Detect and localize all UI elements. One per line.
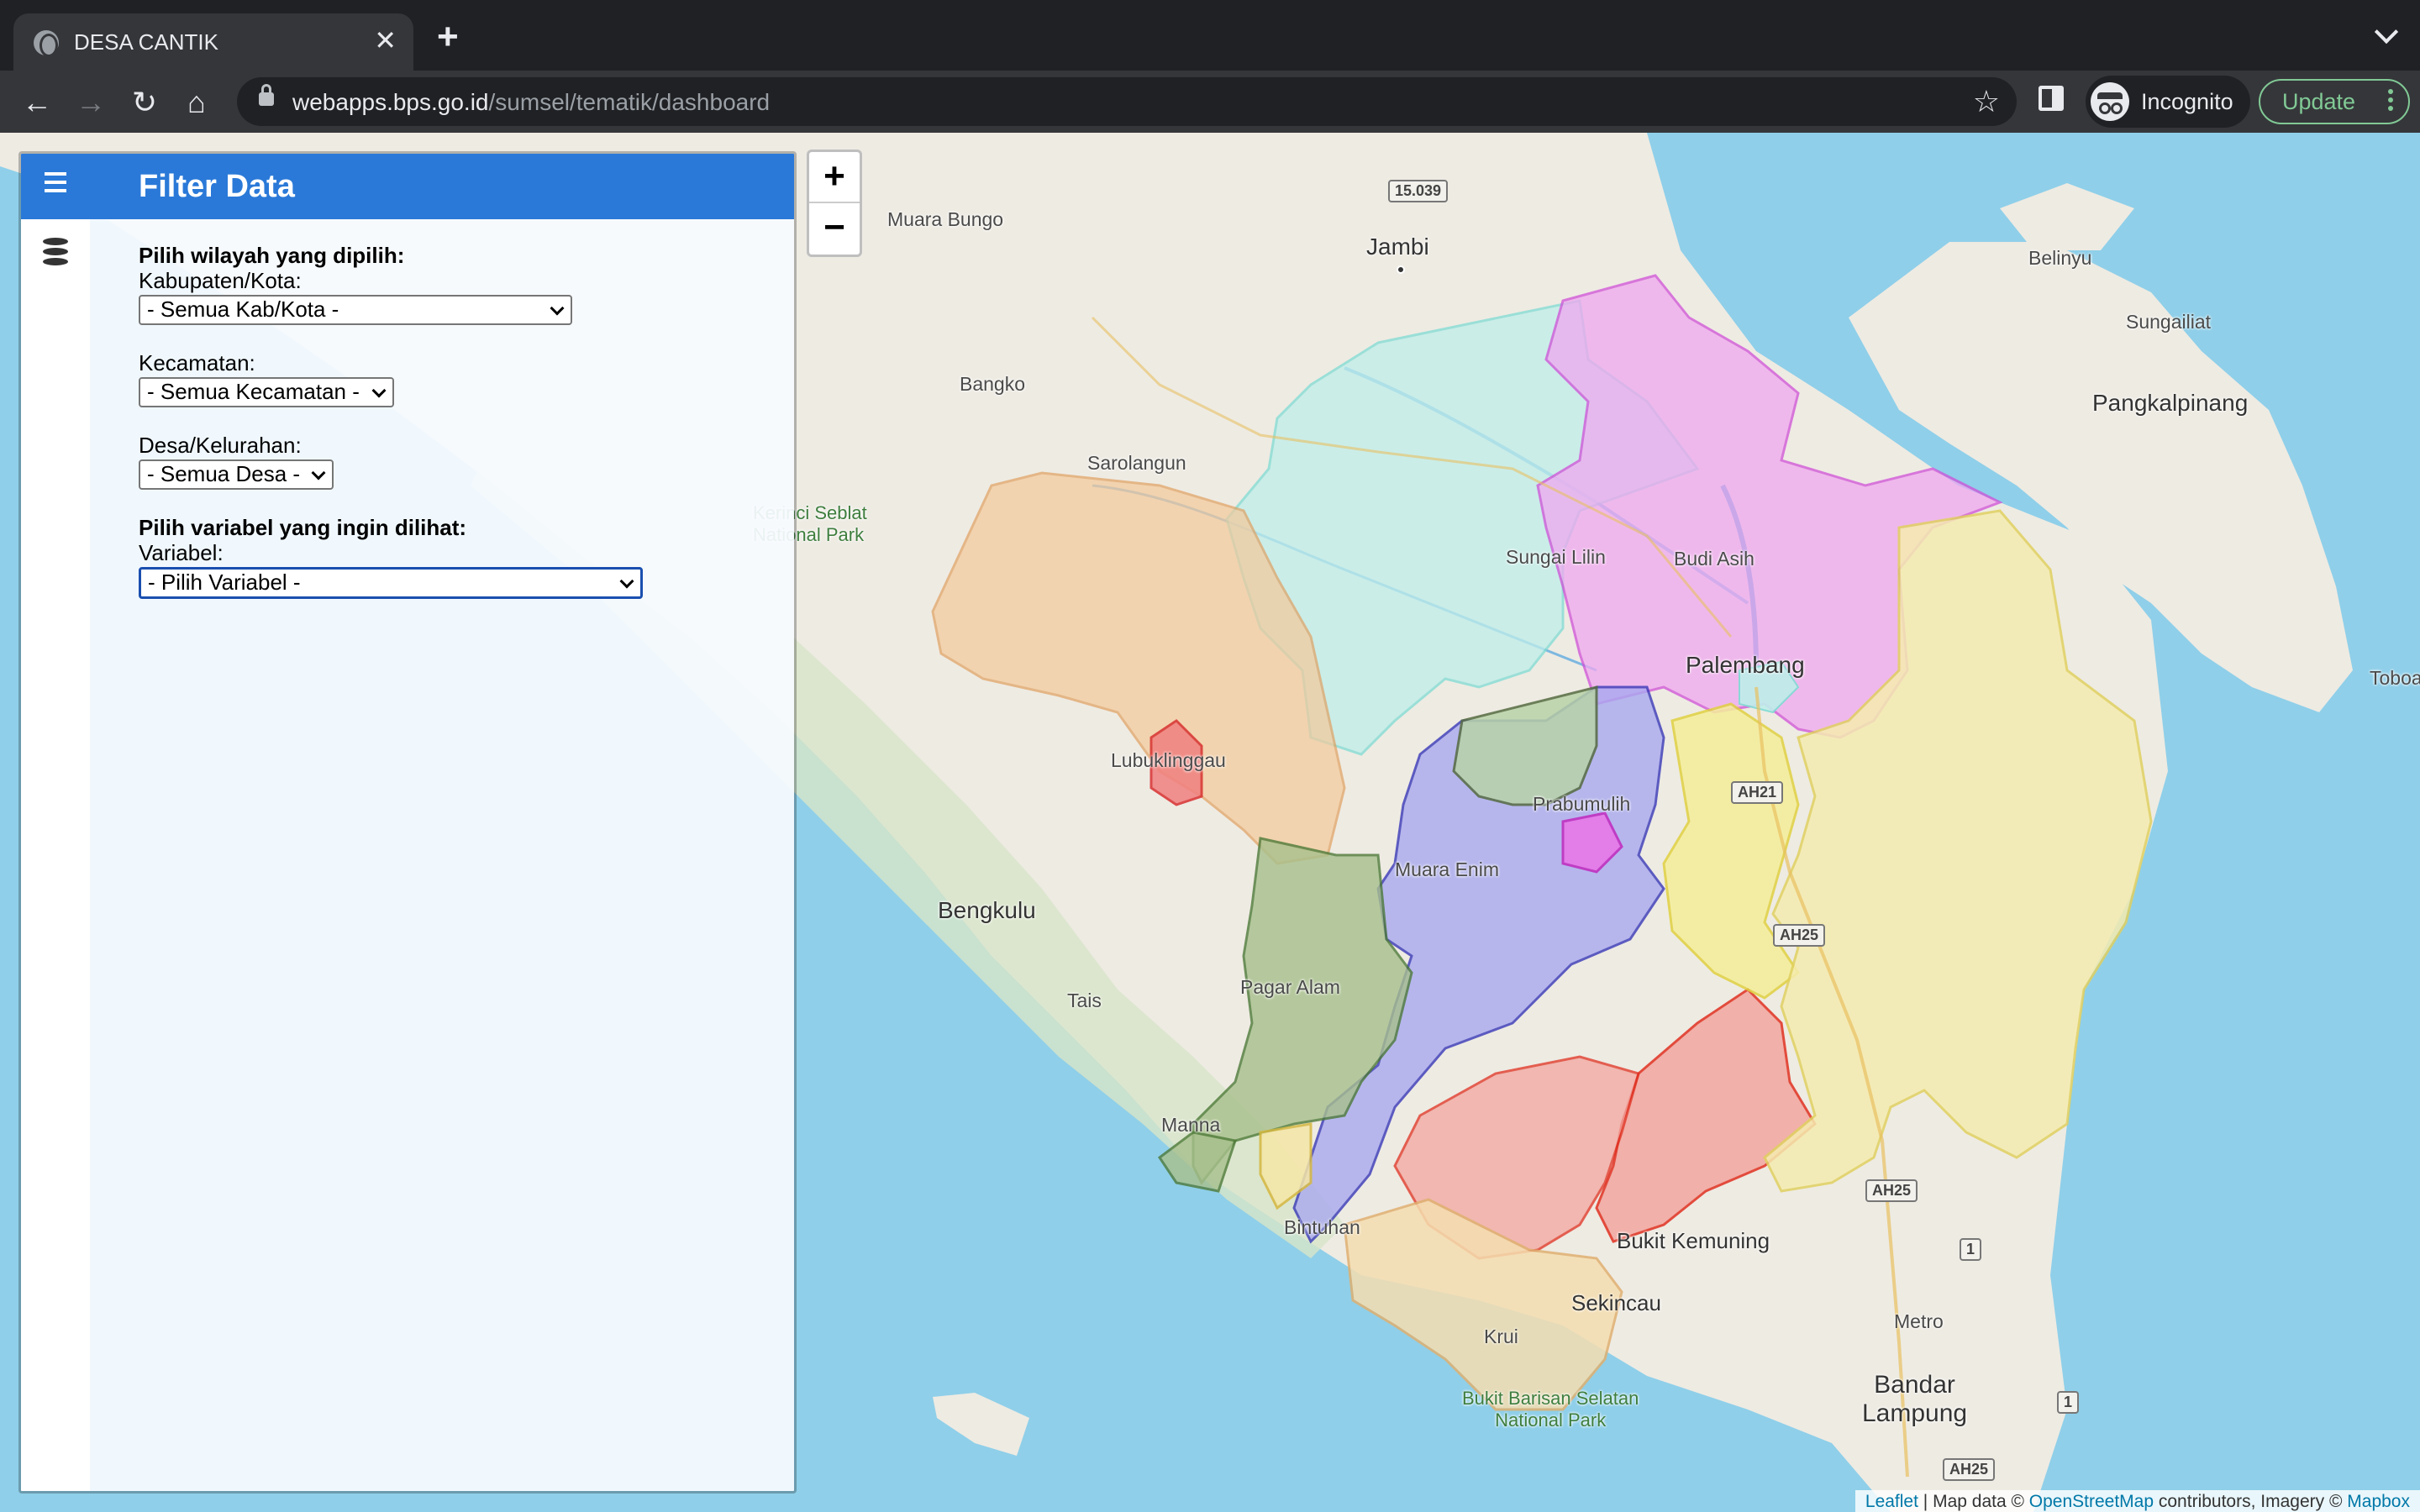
chevron-down-icon xyxy=(311,465,326,480)
map-label-toboali: Toboali xyxy=(2370,667,2420,689)
browser-tab[interactable]: DESA CANTIK ✕ xyxy=(13,13,413,71)
filter-pane: Pilih wilayah yang dipilih: Kabupaten/Ko… xyxy=(90,219,794,599)
map-label-sekincau: Sekincau xyxy=(1571,1290,1661,1315)
map-label-bukit-kemuning: Bukit Kemuning xyxy=(1617,1228,1770,1253)
map-label-pagar-alam: Pagar Alam xyxy=(1240,976,1340,998)
town-marker xyxy=(1397,265,1405,274)
incognito-icon xyxy=(2091,82,2129,121)
kabupaten-label: Kabupaten/Kota: xyxy=(139,268,302,293)
variabel-select-value: - Pilih Variabel - xyxy=(148,570,301,595)
update-label: Update xyxy=(2282,89,2356,114)
road-shield: AH25 xyxy=(1865,1179,1918,1202)
kabupaten-select[interactable]: - Semua Kab/Kota - xyxy=(139,295,572,325)
back-button[interactable]: ← xyxy=(17,82,57,123)
map-label-muara-bungo: Muara Bungo xyxy=(887,208,1004,230)
map-label-muara-enim: Muara Enim xyxy=(1395,858,1499,880)
road-shield: AH25 xyxy=(1773,924,1826,947)
zoom-out-button[interactable]: − xyxy=(809,203,860,255)
kecamatan-label: Kecamatan: xyxy=(139,350,255,375)
tab-search-chevron-icon[interactable] xyxy=(2374,19,2399,45)
road-shield: 15.039 xyxy=(1388,180,1449,202)
sidebar-title: Filter Data xyxy=(90,154,794,219)
url-host: webapps.bps.go.id xyxy=(292,89,489,115)
home-button[interactable]: ⌂ xyxy=(176,82,217,123)
map-label-bangko: Bangko xyxy=(960,373,1026,395)
desa-select[interactable]: - Semua Desa - xyxy=(139,459,334,490)
more-menu-icon[interactable] xyxy=(2388,89,2393,94)
osm-link[interactable]: OpenStreetMap xyxy=(2029,1492,2154,1511)
zoom-in-button[interactable]: + xyxy=(809,152,860,203)
sidebar-content: Filter Data Pilih wilayah yang dipilih: … xyxy=(90,154,794,1491)
road-shield: AH25 xyxy=(1943,1458,1996,1481)
map-label-lubuklinggau: Lubuklinggau xyxy=(1111,749,1226,771)
chevron-down-icon xyxy=(619,574,634,589)
sidebar-tabs xyxy=(21,154,90,1491)
filter-sidebar: Filter Data Pilih wilayah yang dipilih: … xyxy=(18,151,797,1494)
update-button[interactable]: Update xyxy=(2259,79,2410,124)
kabupaten-select-value: - Semua Kab/Kota - xyxy=(147,297,339,322)
map-label-sarolangun: Sarolangun xyxy=(1087,452,1186,474)
variabel-label: Variabel: xyxy=(139,540,224,565)
map-label-sungailiat: Sungailiat xyxy=(2126,311,2212,333)
map-label-bengkulu: Bengkulu xyxy=(938,897,1036,923)
mapbox-link[interactable]: Mapbox xyxy=(2347,1492,2410,1511)
reload-button[interactable]: ↻ xyxy=(124,82,165,123)
road-shield: 1 xyxy=(2057,1391,2080,1414)
sidebar-tab-menu[interactable] xyxy=(21,154,90,219)
map-label-metro: Metro xyxy=(1894,1310,1944,1332)
variable-heading: Pilih variabel yang ingin dilihat: xyxy=(139,515,467,540)
chevron-down-icon xyxy=(550,301,565,316)
map-label-manna: Manna xyxy=(1161,1114,1221,1136)
map-label-bintuhan: Bintuhan xyxy=(1284,1216,1360,1238)
map-label-jambi: Jambi xyxy=(1366,234,1429,260)
url-path: /sumsel/tematik/dashboard xyxy=(488,89,771,115)
browser-tab-strip: DESA CANTIK ✕ + xyxy=(0,0,2420,71)
incognito-indicator[interactable]: Incognito xyxy=(2086,76,2250,128)
map-label-belinyu: Belinyu xyxy=(2028,247,2092,269)
url-text[interactable]: webapps.bps.go.id/sumsel/tematik/dashboa… xyxy=(292,89,770,116)
map-label-bukit-barisan: Bukit Barisan Selatan National Park xyxy=(1462,1388,1639,1431)
map-label-pangkalpinang: Pangkalpinang xyxy=(2092,390,2249,416)
incognito-label: Incognito xyxy=(2141,88,2233,114)
kecamatan-select[interactable]: - Semua Kecamatan - xyxy=(139,377,394,407)
zoom-control: + − xyxy=(807,150,862,257)
hamburger-menu-icon xyxy=(45,172,66,176)
close-tab-icon[interactable]: ✕ xyxy=(374,25,397,55)
land-small-island xyxy=(933,1393,1029,1456)
database-icon[interactable] xyxy=(43,238,68,266)
map-attribution: Leaflet | Map data © OpenStreetMap contr… xyxy=(1854,1490,2420,1512)
desa-label: Desa/Kelurahan: xyxy=(139,433,302,458)
tab-title: DESA CANTIK xyxy=(74,29,218,55)
lock-icon[interactable] xyxy=(259,84,274,106)
map-label-krui: Krui xyxy=(1484,1326,1518,1347)
land-bangka-north xyxy=(2000,183,2134,250)
map-label-sungai-lilin: Sungai Lilin xyxy=(1506,546,1606,568)
bookmark-star-icon[interactable]: ☆ xyxy=(1973,84,2000,119)
new-tab-button[interactable]: + xyxy=(437,18,459,55)
map-label-palembang: Palembang xyxy=(1686,652,1805,678)
attribution-text: contributors, Imagery © xyxy=(2154,1492,2348,1511)
desa-select-value: - Semua Desa - xyxy=(147,461,301,486)
road-shield: AH21 xyxy=(1731,781,1784,804)
map-label-tais: Tais xyxy=(1067,990,1102,1011)
road-shield: 1 xyxy=(1960,1238,1982,1261)
address-bar[interactable]: webapps.bps.go.id/sumsel/tematik/dashboa… xyxy=(237,77,2017,126)
map-label-prabumulih: Prabumulih xyxy=(1533,793,1631,815)
map-label-budi-asih: Budi Asih xyxy=(1674,548,1754,570)
browser-toolbar: ← → ↻ ⌂ webapps.bps.go.id/sumsel/tematik… xyxy=(0,71,2420,133)
leaflet-link[interactable]: Leaflet xyxy=(1865,1492,1918,1511)
attribution-text: | Map data © xyxy=(1918,1492,2029,1511)
region-heading: Pilih wilayah yang dipilih: xyxy=(139,243,405,268)
globe-icon xyxy=(34,30,59,57)
map-label-bandar-lampung: Bandar Lampung xyxy=(1862,1371,1968,1427)
side-panel-icon[interactable] xyxy=(2039,86,2064,111)
forward-button[interactable]: → xyxy=(71,82,111,123)
chevron-down-icon xyxy=(371,383,387,398)
variabel-select[interactable]: - Pilih Variabel - xyxy=(139,567,643,599)
kecamatan-select-value: - Semua Kecamatan - xyxy=(147,379,360,404)
